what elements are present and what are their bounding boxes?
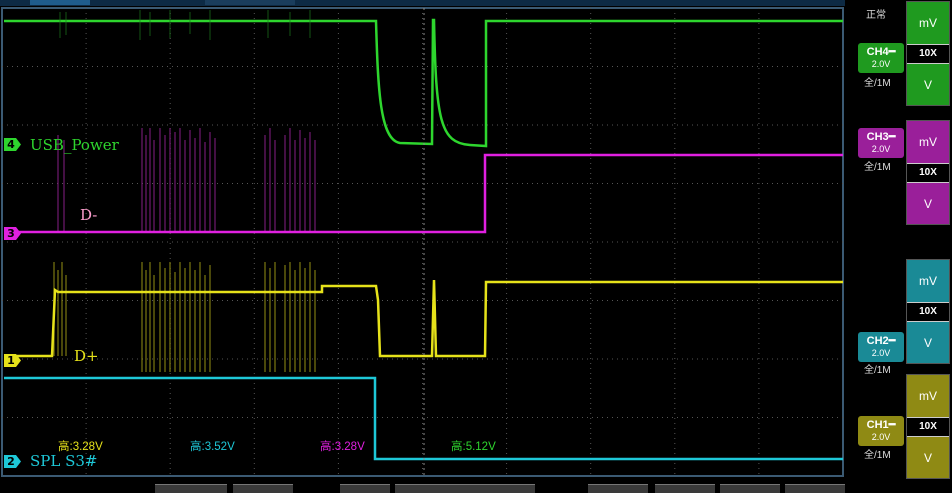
ch3-measurement: 高:3.28V <box>320 441 365 453</box>
softkey-6[interactable] <box>655 484 715 493</box>
ch1-trace-label: D+ <box>74 347 99 365</box>
top-tab-1 <box>30 0 90 5</box>
ch1-coupling: 全/1M <box>864 450 891 461</box>
graticule-grid <box>2 8 843 476</box>
ch2-probe-ratio[interactable]: 10X <box>907 302 949 322</box>
ch3-probe-ratio[interactable]: 10X <box>907 163 949 183</box>
ch4-settings-button[interactable]: CH4━ 2.0V <box>858 43 904 73</box>
ch2-measurement: 高:3.52V <box>190 441 235 453</box>
ch4-coupling: 全/1M <box>864 78 891 89</box>
ch4-volt-div: 2.0V <box>871 59 891 69</box>
ch3-coupling: 全/1M <box>864 162 891 173</box>
ch4-ground-marker[interactable]: 4 <box>4 138 22 151</box>
softkey-1[interactable] <box>155 484 227 493</box>
waveform-display <box>0 0 845 477</box>
softkey-8[interactable] <box>785 484 845 493</box>
ch3-settings-button[interactable]: CH3━ 2.0V <box>858 128 904 158</box>
ch2-unit-v[interactable]: V <box>907 322 949 363</box>
softkey-7[interactable] <box>720 484 780 493</box>
ch1-ground-marker[interactable]: 1 <box>4 354 22 367</box>
ch3-volt-div: 2.0V <box>871 144 891 154</box>
ch3-unit-v[interactable]: V <box>907 183 949 224</box>
ch4-measurement: 高:5.12V <box>451 441 496 453</box>
softkey-4[interactable] <box>395 484 535 493</box>
ch1-scale-panel[interactable]: mV 10X V <box>906 374 950 479</box>
ch1-volt-div: 2.0V <box>871 432 891 442</box>
ch1-settings-button[interactable]: CH1━ 2.0V <box>858 416 904 446</box>
ch2-scale-panel[interactable]: mV 10X V <box>906 259 950 364</box>
top-tab-2 <box>205 0 295 5</box>
ch4-name: CH4━ <box>866 46 896 58</box>
ch3-scale-panel[interactable]: mV 10X V <box>906 120 950 225</box>
ch2-volt-div: 2.0V <box>871 348 891 358</box>
top-tab-strip <box>0 0 845 6</box>
ch3-unit-mv[interactable]: mV <box>907 121 949 163</box>
ch2-settings-button[interactable]: CH2━ 2.0V <box>858 332 904 362</box>
ch1-unit-v[interactable]: V <box>907 437 949 478</box>
ch2-ground-marker[interactable]: 2 <box>4 455 22 468</box>
ch1-probe-ratio[interactable]: 10X <box>907 417 949 437</box>
ch1-unit-mv[interactable]: mV <box>907 375 949 417</box>
oscilloscope-screen: 4 3 1 2 USB_Power D- D+ SPL S3# 高:3.28V … <box>0 0 952 493</box>
ch3-ground-marker[interactable]: 3 <box>4 227 22 240</box>
ch4-unit-mv[interactable]: mV <box>907 2 949 44</box>
ch4-probe-ratio[interactable]: 10X <box>907 44 949 64</box>
ch1-name: CH1━ <box>866 419 896 431</box>
ch2-unit-mv[interactable]: mV <box>907 260 949 302</box>
ch2-coupling: 全/1M <box>864 365 891 376</box>
ch2-trace-label: SPL S3# <box>30 452 98 470</box>
softkey-5[interactable] <box>588 484 648 493</box>
softkey-3[interactable] <box>340 484 390 493</box>
ch4-noise <box>59 10 311 40</box>
ch1-measurement: 高:3.28V <box>58 441 103 453</box>
ch2-name: CH2━ <box>866 335 896 347</box>
softkey-2[interactable] <box>233 484 293 493</box>
ch3-name: CH3━ <box>866 131 896 143</box>
acquisition-status: 正常 <box>866 10 886 21</box>
ch4-trace-label: USB_Power <box>30 136 119 154</box>
ch4-scale-panel[interactable]: mV 10X V <box>906 1 950 106</box>
ch3-trace-label: D- <box>80 206 98 224</box>
ch4-unit-v[interactable]: V <box>907 64 949 105</box>
